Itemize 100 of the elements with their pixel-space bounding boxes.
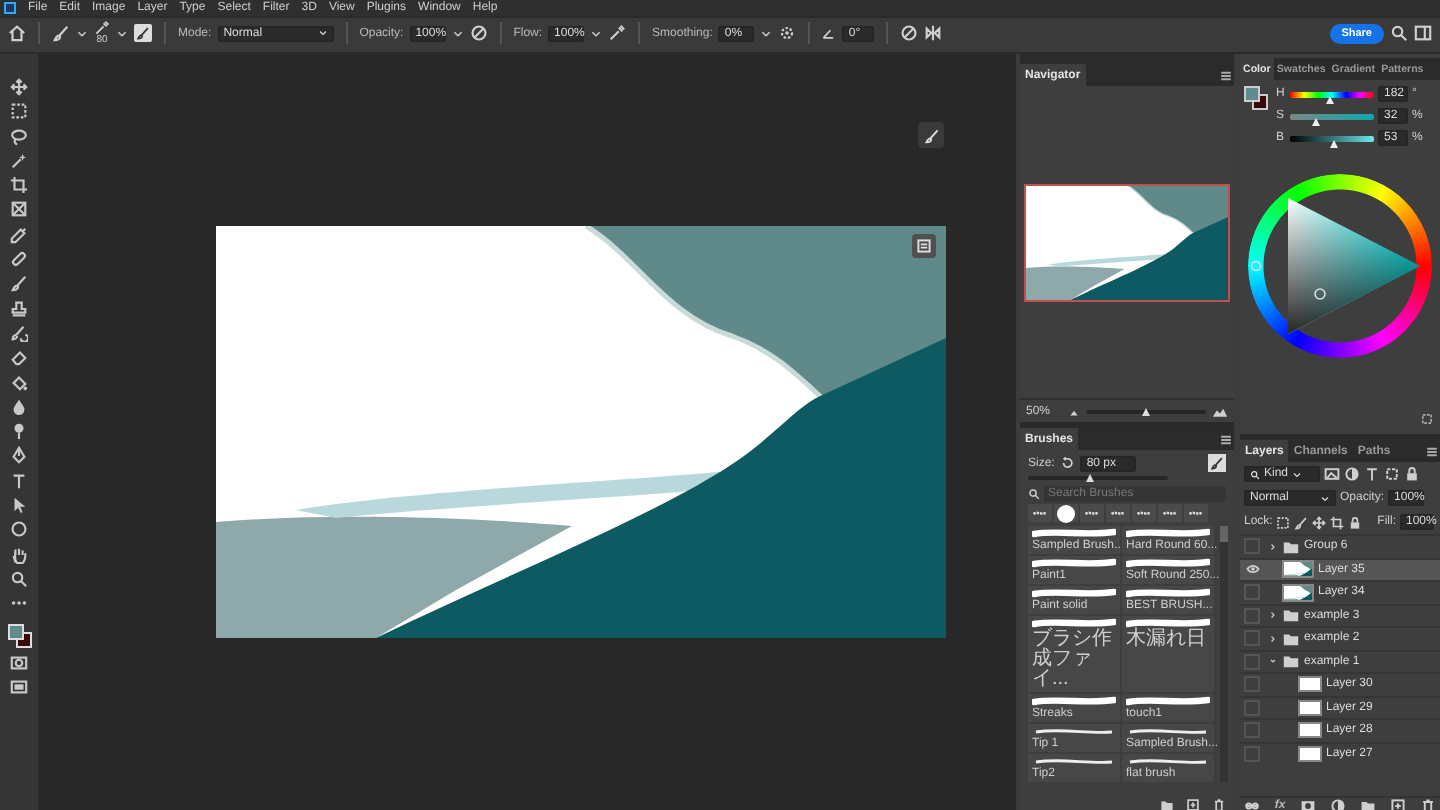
visibility-toggle[interactable] xyxy=(1244,653,1260,670)
hand-icon[interactable] xyxy=(10,545,28,564)
delete-icon[interactable] xyxy=(1419,798,1436,810)
magic-wand-icon[interactable] xyxy=(10,151,28,170)
brush-stroke-preview xyxy=(1126,618,1210,628)
type-filter-icon[interactable] xyxy=(1364,466,1380,482)
visibility-toggle[interactable] xyxy=(1244,676,1260,693)
brush-stroke-preview xyxy=(1032,528,1116,538)
brush-stroke-preview xyxy=(1126,558,1210,568)
stamp-icon[interactable] xyxy=(10,299,28,318)
color-swatches[interactable] xyxy=(1244,86,1270,112)
quick-mask-icon[interactable] xyxy=(10,653,28,672)
zoom-icon[interactable] xyxy=(10,569,28,588)
crop-icon[interactable] xyxy=(10,176,28,195)
brush-icon[interactable] xyxy=(10,274,28,293)
type-icon[interactable] xyxy=(10,471,28,490)
visibility-toggle[interactable] xyxy=(1244,584,1260,601)
visibility-toggle[interactable] xyxy=(1244,538,1260,555)
reset-icon[interactable] xyxy=(1060,456,1075,470)
new-brush-button[interactable] xyxy=(1208,454,1226,472)
search-icon[interactable] xyxy=(1390,24,1408,42)
hue-marker-icon[interactable] xyxy=(1250,260,1262,272)
brush-preset[interactable]: 木漏れ日 xyxy=(1122,616,1214,692)
angle-icon[interactable] xyxy=(822,26,837,40)
folder-icon[interactable] xyxy=(1359,798,1376,810)
brush-tip-preset[interactable] xyxy=(1028,504,1052,522)
visibility-toggle[interactable] xyxy=(1244,722,1260,739)
screen-mode-icon[interactable] xyxy=(10,678,28,697)
panel-menu-icon[interactable] xyxy=(1424,443,1440,459)
folder-icon[interactable] xyxy=(1160,798,1174,810)
mask-icon[interactable] xyxy=(1299,798,1316,810)
slider-thumb[interactable] xyxy=(1326,95,1335,103)
caret-icon[interactable] xyxy=(76,27,88,39)
brush-tip-preset[interactable] xyxy=(1106,504,1130,522)
panel-menu-icon[interactable] xyxy=(1218,431,1234,447)
visibility-toggle[interactable] xyxy=(1244,699,1260,716)
visibility-toggle[interactable] xyxy=(1244,561,1260,578)
settings-icon[interactable] xyxy=(778,24,797,42)
paint-bucket-icon[interactable] xyxy=(10,373,28,392)
lock-all-icon[interactable] xyxy=(1348,515,1363,529)
delete-icon[interactable] xyxy=(1212,798,1226,810)
pen-icon[interactable] xyxy=(10,446,28,465)
panel-toggle-button[interactable] xyxy=(912,233,936,257)
app-logo-icon[interactable] xyxy=(4,2,16,14)
brush-icon xyxy=(923,127,939,143)
history-brush-icon[interactable] xyxy=(10,323,28,342)
visibility-toggle[interactable] xyxy=(1244,745,1260,762)
link-icon[interactable] xyxy=(1244,798,1261,810)
brush-preset[interactable]: ブラシ作成ファイ... xyxy=(1028,616,1120,692)
new-preset-icon[interactable] xyxy=(1186,798,1200,810)
eraser-icon[interactable] xyxy=(10,348,28,367)
brush-icon xyxy=(136,26,150,40)
brush-tool-button[interactable] xyxy=(918,122,944,148)
brush-stroke-preview xyxy=(1032,558,1116,568)
new-layer-icon[interactable] xyxy=(1389,798,1406,810)
brush-tip-preset[interactable] xyxy=(1158,504,1182,522)
shape-filter-icon[interactable] xyxy=(1384,466,1400,482)
workspace-icon[interactable] xyxy=(1414,24,1432,42)
caret-icon[interactable] xyxy=(116,27,128,39)
brush-settings-button[interactable] xyxy=(134,24,152,42)
lasso-icon[interactable] xyxy=(10,127,28,146)
slider-thumb[interactable] xyxy=(1311,117,1320,125)
caret-icon[interactable] xyxy=(451,27,464,39)
slider-thumb[interactable] xyxy=(1141,407,1149,415)
search-icon[interactable] xyxy=(1028,488,1040,500)
visibility-toggle[interactable] xyxy=(1244,607,1260,624)
brush-tip-preset[interactable] xyxy=(1132,504,1156,522)
lock-artboard-icon[interactable] xyxy=(1330,515,1345,529)
blur-icon[interactable] xyxy=(10,397,28,416)
lock-transparency-icon[interactable] xyxy=(1276,515,1291,529)
symmetry-icon[interactable] xyxy=(924,24,943,42)
visibility-toggle[interactable] xyxy=(1244,630,1260,647)
zoom-in-icon[interactable] xyxy=(1212,403,1228,419)
color-swatches[interactable] xyxy=(7,623,31,648)
caret-icon[interactable] xyxy=(590,27,603,39)
brush-tip-preset[interactable] xyxy=(1080,504,1104,522)
scroll-thumb[interactable] xyxy=(1220,526,1228,542)
home-icon[interactable] xyxy=(8,24,26,42)
slider-thumb[interactable] xyxy=(1329,139,1338,147)
lock-filter-icon[interactable] xyxy=(1404,466,1420,482)
frame-icon[interactable] xyxy=(10,200,28,219)
brush-tip-preset[interactable] xyxy=(1184,504,1208,522)
move-icon[interactable] xyxy=(10,78,28,96)
adjustment-filter-icon[interactable] xyxy=(1344,466,1360,482)
ellipse-icon[interactable] xyxy=(10,520,28,539)
airbrush-icon[interactable] xyxy=(608,24,627,42)
dodge-icon[interactable] xyxy=(10,422,28,441)
adjustment-icon[interactable] xyxy=(1329,798,1346,810)
lock-position-icon[interactable] xyxy=(1312,515,1327,529)
lock-pixels-icon[interactable] xyxy=(1294,515,1309,529)
brush-icon[interactable] xyxy=(52,24,70,42)
marquee-icon[interactable] xyxy=(10,102,28,121)
caret-icon[interactable] xyxy=(760,27,773,39)
selection-arrow-icon[interactable] xyxy=(10,496,28,515)
healing-brush-icon[interactable] xyxy=(10,250,28,269)
brush-tip-preset[interactable] xyxy=(1054,504,1078,522)
panel-menu-icon[interactable] xyxy=(1218,67,1234,83)
zoom-out-icon[interactable] xyxy=(1068,405,1080,417)
eyedropper-icon[interactable] xyxy=(10,225,28,244)
pixel-filter-icon[interactable] xyxy=(1324,466,1340,482)
